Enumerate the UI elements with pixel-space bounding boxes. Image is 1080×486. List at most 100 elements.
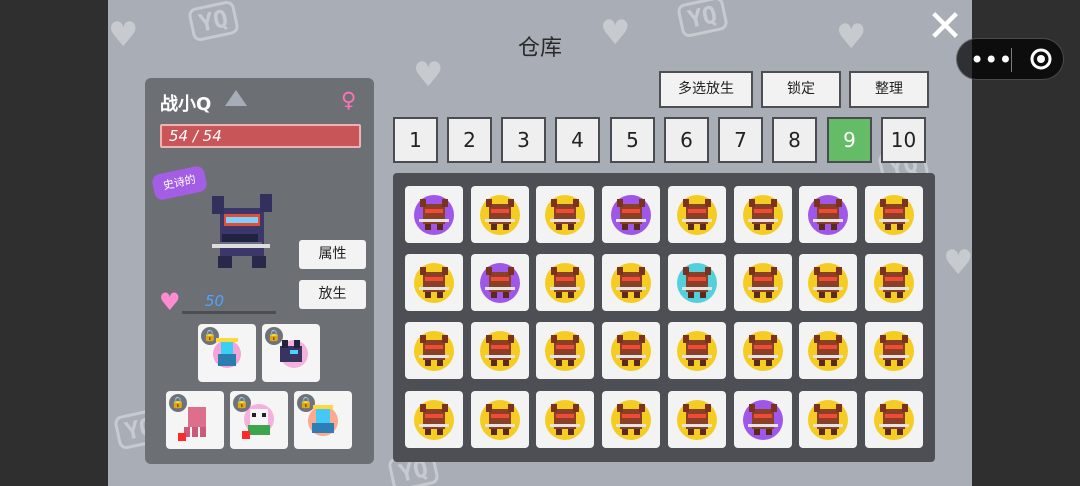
inventory-slot[interactable] xyxy=(668,186,726,243)
warehouse-screen: ♥ ♥ ♥ ♥ ♥ ♥ YQ YQ YQ YQ YQ 仓库 ✕ 战小Q ♀ 54… xyxy=(108,0,972,486)
organize-button[interactable]: 整理 xyxy=(849,71,929,108)
flower-pet-icon xyxy=(308,405,338,436)
warrior-pet-icon xyxy=(485,335,515,366)
inventory-slot[interactable] xyxy=(799,391,857,448)
inventory-slot[interactable] xyxy=(602,322,660,379)
affection-value: 50 xyxy=(205,292,225,310)
inventory-slot[interactable] xyxy=(471,186,529,243)
page-tab-4[interactable]: 4 xyxy=(555,117,600,163)
dark-pet-icon xyxy=(280,340,308,368)
page-tab-1[interactable]: 1 xyxy=(393,117,438,163)
warrior-pet-icon xyxy=(682,267,712,298)
inventory-slot[interactable] xyxy=(536,322,594,379)
inventory-slot[interactable] xyxy=(405,186,463,243)
inventory-slot[interactable] xyxy=(734,391,792,448)
inventory-slot[interactable] xyxy=(471,254,529,311)
inventory-slot[interactable] xyxy=(799,322,857,379)
page-tab-5[interactable]: 5 xyxy=(610,117,655,163)
inventory-slot[interactable] xyxy=(405,322,463,379)
inventory-slot[interactable] xyxy=(865,391,923,448)
warrior-pet-icon xyxy=(550,199,580,230)
pet-detail-panel: 战小Q ♀ 54 / 54 史诗的 属性 放生 ♥ 50 🔒 🔒 🔒 🔒 🔒 xyxy=(145,78,374,464)
close-icon: ✕ xyxy=(926,1,964,52)
warrior-pet-icon xyxy=(682,335,712,366)
heart-decoration-icon: ♥ xyxy=(943,243,972,283)
warrior-pet-icon xyxy=(813,404,843,435)
target-icon[interactable] xyxy=(1029,47,1053,71)
inventory-slot[interactable] xyxy=(602,186,660,243)
warrior-pet-icon xyxy=(748,404,778,435)
warrior-pet-icon xyxy=(419,335,449,366)
inventory-slot[interactable] xyxy=(799,254,857,311)
inventory-slot[interactable] xyxy=(668,322,726,379)
warrior-pet-icon xyxy=(550,335,580,366)
companion-slot[interactable]: 🔒 xyxy=(230,391,288,449)
inventory-slot[interactable] xyxy=(734,186,792,243)
warrior-pet-icon xyxy=(616,199,646,230)
lock-button[interactable]: 锁定 xyxy=(761,71,841,108)
inventory-slot[interactable] xyxy=(536,186,594,243)
inventory-slot[interactable] xyxy=(865,254,923,311)
warrior-pet-icon xyxy=(813,267,843,298)
inventory-slot[interactable] xyxy=(865,322,923,379)
rank-icon xyxy=(225,90,247,106)
warrior-pet-icon xyxy=(813,335,843,366)
panda-pet-icon xyxy=(242,404,274,439)
warrior-pet-icon xyxy=(485,404,515,435)
warrior-pet-icon xyxy=(879,335,909,366)
companion-slot[interactable]: 🔒 xyxy=(294,391,352,449)
hp-text: 54 / 54 xyxy=(169,127,222,145)
inventory-slot[interactable] xyxy=(799,186,857,243)
inventory-slot[interactable] xyxy=(734,254,792,311)
page-title: 仓库 xyxy=(517,36,562,61)
page-tab-10[interactable]: 10 xyxy=(881,117,926,163)
warrior-pet-icon xyxy=(748,199,778,230)
inventory-slot[interactable] xyxy=(471,322,529,379)
inventory-slot[interactable] xyxy=(602,254,660,311)
close-button[interactable]: ✕ xyxy=(924,5,966,49)
warrior-pet-icon xyxy=(616,404,646,435)
pet-name: 战小Q xyxy=(160,94,212,115)
page-tab-8[interactable]: 8 xyxy=(772,117,817,163)
warrior-pet-icon xyxy=(550,404,580,435)
wechat-capsule[interactable]: ••• xyxy=(956,38,1064,80)
inventory-slot[interactable] xyxy=(668,391,726,448)
inventory-slot[interactable] xyxy=(668,254,726,311)
spirit-pet-icon xyxy=(213,338,241,368)
warrior-pet-icon xyxy=(485,199,515,230)
warrior-pet-icon xyxy=(485,267,515,298)
inventory-slot[interactable] xyxy=(405,391,463,448)
capsule-divider xyxy=(1011,48,1012,72)
warrior-pet-icon xyxy=(212,194,272,268)
female-icon: ♀ xyxy=(341,88,357,112)
page-tab-7[interactable]: 7 xyxy=(718,117,763,163)
inventory-slot[interactable] xyxy=(602,391,660,448)
inventory-slot[interactable] xyxy=(536,391,594,448)
more-icon[interactable]: ••• xyxy=(970,46,1012,74)
inventory-slot[interactable] xyxy=(865,186,923,243)
page-tab-9[interactable]: 9 xyxy=(827,117,872,163)
warrior-pet-icon xyxy=(419,267,449,298)
companion-slot[interactable]: 🔒 xyxy=(198,324,256,382)
release-button[interactable]: 放生 xyxy=(299,280,366,309)
heart-decoration-icon: ♥ xyxy=(413,55,444,95)
hp-bar: 54 / 54 xyxy=(160,124,361,148)
page-tab-3[interactable]: 3 xyxy=(501,117,546,163)
warrior-pet-icon xyxy=(748,335,778,366)
companion-slot[interactable]: 🔒 xyxy=(166,391,224,449)
warrior-pet-icon xyxy=(879,267,909,298)
quality-badge: 史诗的 xyxy=(150,164,209,202)
warrior-pet-icon xyxy=(419,199,449,230)
inventory-slot[interactable] xyxy=(471,391,529,448)
companion-slot[interactable]: 🔒 xyxy=(262,324,320,382)
inventory-slot[interactable] xyxy=(536,254,594,311)
warrior-pet-icon xyxy=(879,404,909,435)
inventory-slot[interactable] xyxy=(734,322,792,379)
attributes-button[interactable]: 属性 xyxy=(299,240,366,269)
affection-bar xyxy=(182,297,276,314)
inventory-slot[interactable] xyxy=(405,254,463,311)
page-tab-6[interactable]: 6 xyxy=(664,117,709,163)
page-tab-2[interactable]: 2 xyxy=(447,117,492,163)
warrior-pet-icon xyxy=(682,199,712,230)
multi-release-button[interactable]: 多选放生 xyxy=(659,71,753,108)
